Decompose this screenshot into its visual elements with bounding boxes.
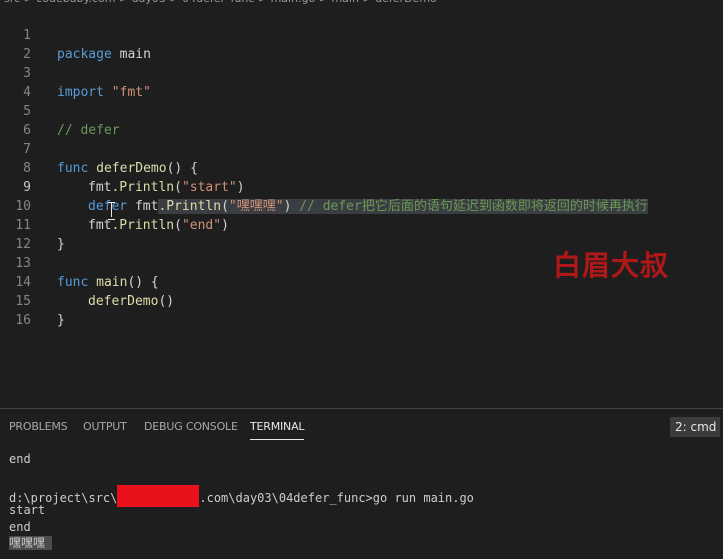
terminal-line: 嘿嘿嘿 bbox=[9, 535, 53, 551]
redaction-block bbox=[117, 485, 200, 507]
panel-tab-bar: PROBLEMS OUTPUT DEBUG CONSOLE TERMINAL 2… bbox=[0, 409, 723, 443]
code-line-6: 6 bbox=[0, 102, 723, 138]
code-line-5: 5 // defer bbox=[0, 83, 723, 138]
code-line-9: 9 defer fmt.Println("嘿嘿嘿") // defer把它后面的… bbox=[0, 159, 723, 214]
tab-debug-console[interactable]: DEBUG CONSOLE bbox=[144, 420, 238, 433]
terminal-select[interactable]: 2: cmd bbox=[670, 417, 720, 437]
code-line-2: 2 bbox=[0, 26, 723, 62]
code-line-4: 4 bbox=[0, 64, 723, 100]
prompt-path-suffix: .com\day03\04defer_func>go run main.go bbox=[199, 491, 474, 505]
breadcrumb-item[interactable]: src > codebaby.com > day03 > 04defer_fun… bbox=[4, 0, 437, 4]
breadcrumb[interactable]: src > codebaby.com > day03 > 04defer_fun… bbox=[0, 0, 723, 4]
code-line-10: 10 fmt.Println("end") bbox=[0, 178, 723, 233]
code-line-7: 7 func deferDemo() { bbox=[0, 121, 723, 176]
code-line-16: 16 bbox=[0, 292, 723, 328]
tab-problems[interactable]: PROBLEMS bbox=[9, 420, 68, 433]
terminal-line: end bbox=[9, 520, 31, 534]
tab-output[interactable]: OUTPUT bbox=[83, 420, 127, 433]
code-line-3: 3 import "fmt" bbox=[0, 45, 723, 100]
line-number: 16 bbox=[15, 313, 31, 328]
code-text: } bbox=[57, 313, 65, 328]
terminal-line: end bbox=[9, 452, 31, 466]
terminal-output[interactable]: end d:\project\src\ .com\day03\04defer_fu… bbox=[0, 448, 723, 559]
tab-terminal[interactable]: TERMINAL bbox=[250, 420, 305, 440]
code-line-1: 1 package main bbox=[0, 7, 723, 62]
code-line-8: 8 fmt.Println("start") bbox=[0, 140, 723, 195]
text-cursor-icon bbox=[108, 202, 116, 220]
terminal-output-text: 嘿嘿嘿 bbox=[9, 536, 53, 550]
watermark-logo: 白眉大叔 bbox=[553, 249, 670, 282]
terminal-line: start bbox=[9, 503, 46, 517]
terminal-prompt-line: d:\project\src\ .com\day03\04defer_func>g… bbox=[9, 485, 474, 507]
